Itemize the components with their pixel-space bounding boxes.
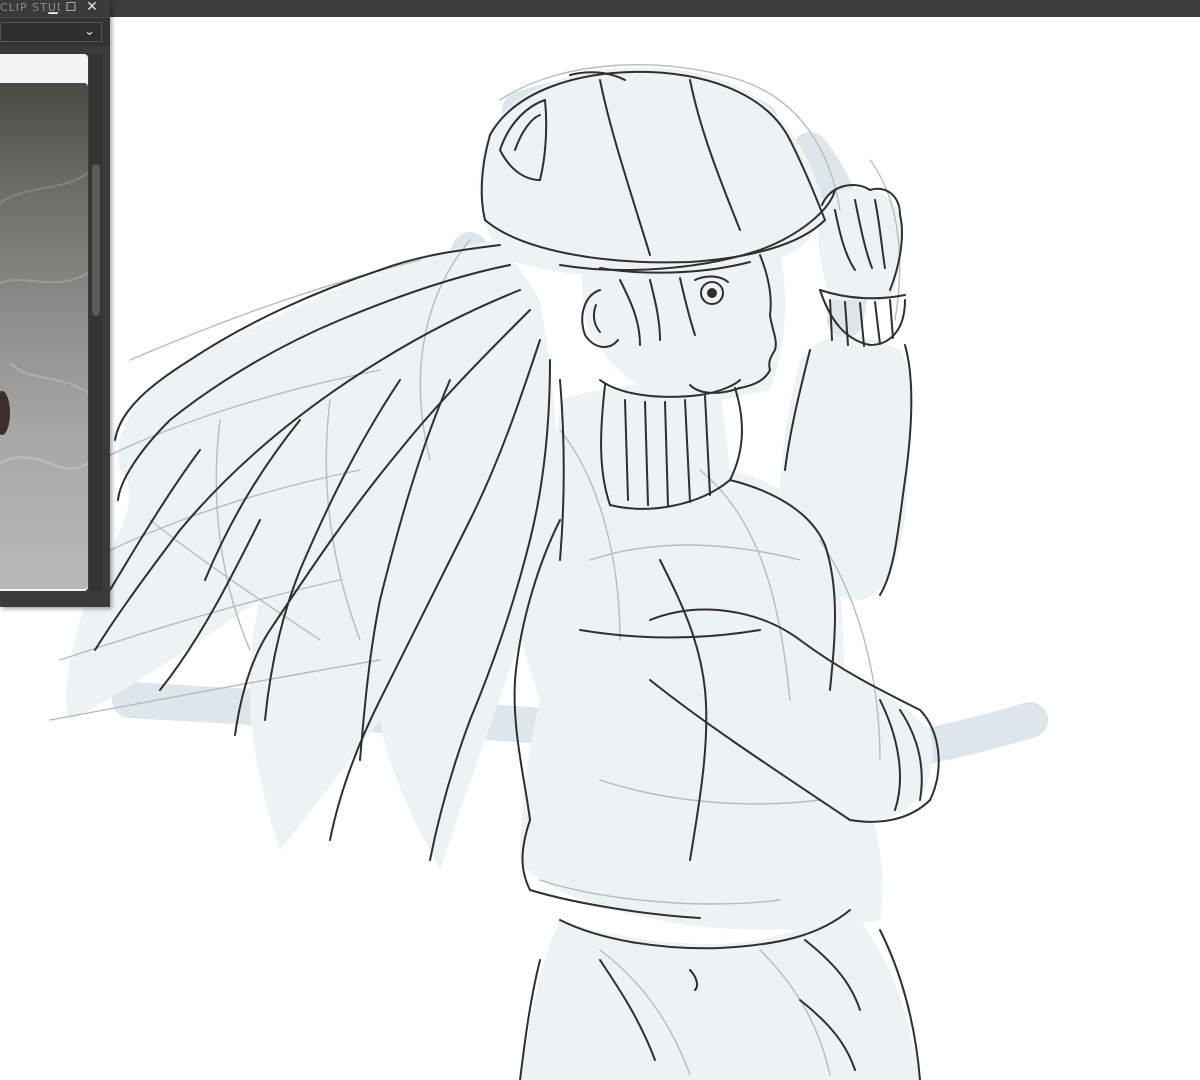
reference-window-titlebar[interactable]: CLIP STUDIO ▁ ☐ ✕ [0, 0, 110, 17]
reference-image-frame [0, 54, 88, 591]
minimize-icon[interactable]: ▁ [45, 0, 61, 15]
drawing-canvas[interactable] [0, 17, 1200, 1080]
reference-toolbar: ⌄ [0, 17, 110, 46]
close-icon[interactable]: ✕ [84, 0, 100, 15]
chevron-down-icon[interactable]: ⌄ [84, 24, 95, 40]
line-art-drawing [49, 64, 1048, 1080]
app-top-bar [0, 0, 1200, 17]
reference-photo[interactable] [0, 83, 88, 589]
reference-dropdown[interactable]: ⌄ [0, 22, 102, 42]
maximize-icon[interactable]: ☐ [63, 0, 79, 15]
reference-photo-texture [0, 172, 88, 470]
reference-panel [0, 46, 110, 607]
figure-fill [65, 67, 933, 1080]
reference-window[interactable]: CLIP STUDIO ▁ ☐ ✕ ⌄ [0, 0, 110, 607]
reference-scroll-thumb[interactable] [92, 164, 100, 316]
reference-scrollbar[interactable] [90, 54, 102, 591]
